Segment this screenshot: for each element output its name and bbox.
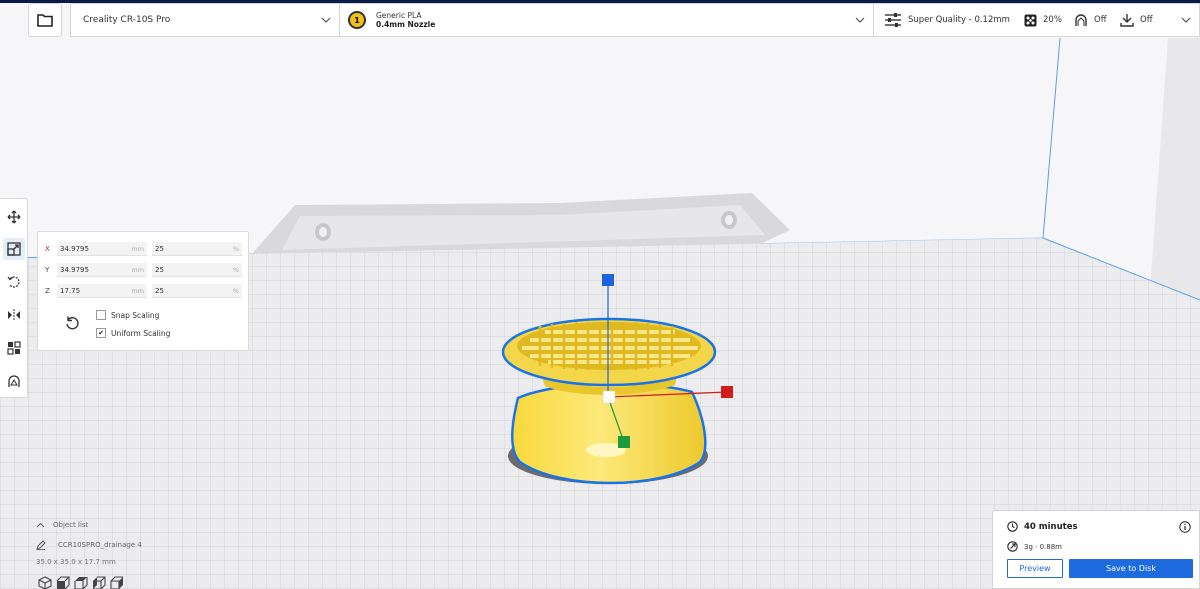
material-usage: 3g · 0.88m xyxy=(1007,541,1062,552)
uniform-scaling-checkbox[interactable]: ✔ xyxy=(96,328,106,338)
folder-icon xyxy=(37,14,53,27)
scale-tool[interactable] xyxy=(3,238,25,260)
x-percent-value: 25 xyxy=(155,244,164,253)
unit-label: mm xyxy=(131,244,144,253)
uniform-scaling-option[interactable]: ✔ Uniform Scaling xyxy=(96,328,170,338)
scale-panel: X 34.9795 mm 25 % Y 34.9795 mm 25 % Z 17… xyxy=(37,231,249,351)
percent-sign: % xyxy=(232,244,239,253)
y-scale-handle xyxy=(618,436,630,448)
view-left-button[interactable] xyxy=(92,576,106,589)
print-time: 40 minutes xyxy=(1007,521,1078,532)
move-tool[interactable] xyxy=(3,206,25,228)
z-size-input[interactable]: 17.75 mm xyxy=(57,284,147,298)
cube-right-icon xyxy=(110,576,123,589)
uniform-scaling-label: Uniform Scaling xyxy=(111,328,171,338)
object-dimensions: 35.0 x 35.0 x 17.7 mm xyxy=(36,558,116,566)
z-percent-value: 25 xyxy=(155,286,164,295)
print-time-value: 40 minutes xyxy=(1024,521,1078,532)
material-name: Generic PLA xyxy=(376,11,422,20)
scale-row-y: Y 34.9795 mm 25 % xyxy=(45,263,242,277)
open-file-button[interactable] xyxy=(28,3,62,37)
snap-scaling-checkbox[interactable] xyxy=(96,310,106,320)
infill-icon xyxy=(1024,14,1037,26)
y-size-value: 34.9795 xyxy=(60,265,89,274)
infill-value: 20% xyxy=(1043,15,1062,25)
percent-sign: % xyxy=(232,286,239,295)
unit-label: mm xyxy=(131,265,144,274)
y-percent-input[interactable]: 25 % xyxy=(152,263,242,277)
preview-button[interactable]: Preview xyxy=(1007,559,1063,578)
x-size-input[interactable]: 34.9795 mm xyxy=(57,242,147,256)
cube-left-icon xyxy=(93,576,106,589)
axis-label: Z xyxy=(45,287,50,295)
adhesion-icon xyxy=(1120,14,1134,27)
chevron-down-icon xyxy=(855,17,865,23)
mirror-icon xyxy=(8,309,20,321)
view-front-button[interactable] xyxy=(56,576,70,589)
z-size-value: 17.75 xyxy=(60,286,81,295)
camera-view-buttons xyxy=(38,576,124,589)
spool-icon xyxy=(1007,541,1018,552)
printer-name: Creality CR-10S Pro xyxy=(83,15,171,25)
object-list-toggle[interactable]: Object list xyxy=(36,521,88,529)
chevron-up-icon xyxy=(36,522,45,528)
cube-top-icon xyxy=(74,577,88,589)
z-percent-input[interactable]: 25 % xyxy=(152,284,242,298)
chevron-down-icon xyxy=(321,17,331,23)
info-icon[interactable] xyxy=(1179,521,1191,533)
chevron-down-icon xyxy=(1181,17,1191,23)
print-settings-selector[interactable]: Super Quality - 0.12mm 20% Off Off xyxy=(873,3,1200,37)
y-percent-value: 25 xyxy=(155,265,164,274)
object-name: CCR10SPRO_drainage 4 xyxy=(58,541,142,549)
reset-scale-button[interactable] xyxy=(64,315,80,331)
clock-icon xyxy=(1007,521,1018,532)
pencil-icon xyxy=(36,540,46,550)
support-blocker-icon xyxy=(8,375,20,387)
y-size-input[interactable]: 34.9795 mm xyxy=(57,263,147,277)
adhesion-value: Off xyxy=(1140,15,1153,25)
mirror-tool[interactable] xyxy=(3,304,25,326)
save-to-disk-button[interactable]: Save to Disk xyxy=(1069,559,1193,578)
z-scale-handle xyxy=(602,274,614,286)
support-icon xyxy=(1075,14,1087,26)
cube-3d-icon xyxy=(38,576,52,589)
left-toolbar xyxy=(0,198,28,398)
object-name-row[interactable]: CCR10SPRO_drainage 4 xyxy=(36,540,142,550)
snap-scaling-option[interactable]: Snap Scaling xyxy=(96,310,159,320)
cube-front-icon xyxy=(56,576,70,589)
x-percent-input[interactable]: 25 % xyxy=(152,242,242,256)
printer-selector[interactable]: Creality CR-10S Pro xyxy=(70,3,340,37)
per-model-settings-tool[interactable] xyxy=(3,337,25,359)
uniform-scale-handle xyxy=(602,390,616,404)
snap-scaling-label: Snap Scaling xyxy=(111,310,160,320)
scale-row-x: X 34.9795 mm 25 % xyxy=(45,242,242,256)
view-3d-button[interactable] xyxy=(38,576,52,589)
unit-label: mm xyxy=(131,286,144,295)
axis-label: Y xyxy=(45,266,50,274)
view-right-button[interactable] xyxy=(110,576,124,589)
quality-profile: Super Quality - 0.12mm xyxy=(908,15,1010,25)
material-usage-value: 3g · 0.88m xyxy=(1024,542,1062,551)
scale-row-z: Z 17.75 mm 25 % xyxy=(45,284,242,298)
x-size-value: 34.9795 xyxy=(60,244,89,253)
sliders-icon xyxy=(885,13,901,27)
extruder-badge: 1 xyxy=(348,11,366,29)
support-value: Off xyxy=(1094,15,1107,25)
object-list-header: Object list xyxy=(53,521,89,529)
x-scale-handle xyxy=(721,386,733,398)
percent-sign: % xyxy=(232,265,239,274)
print-job-panel: 40 minutes 3g · 0.88m Preview Save to Di… xyxy=(992,510,1200,589)
axis-label: X xyxy=(45,245,50,253)
object-list: Object list CCR10SPRO_drainage 4 35.0 x … xyxy=(36,521,236,589)
rotate-icon xyxy=(7,276,20,288)
nozzle-size: 0.4mm Nozzle xyxy=(376,20,436,29)
scale-icon xyxy=(7,242,21,256)
move-icon xyxy=(7,210,21,224)
view-top-button[interactable] xyxy=(74,576,88,589)
support-blocker-tool[interactable] xyxy=(3,370,25,392)
rotate-tool[interactable] xyxy=(3,271,25,293)
per-model-settings-icon xyxy=(7,341,21,355)
material-selector[interactable]: 1 Generic PLA 0.4mm Nozzle xyxy=(339,3,874,37)
